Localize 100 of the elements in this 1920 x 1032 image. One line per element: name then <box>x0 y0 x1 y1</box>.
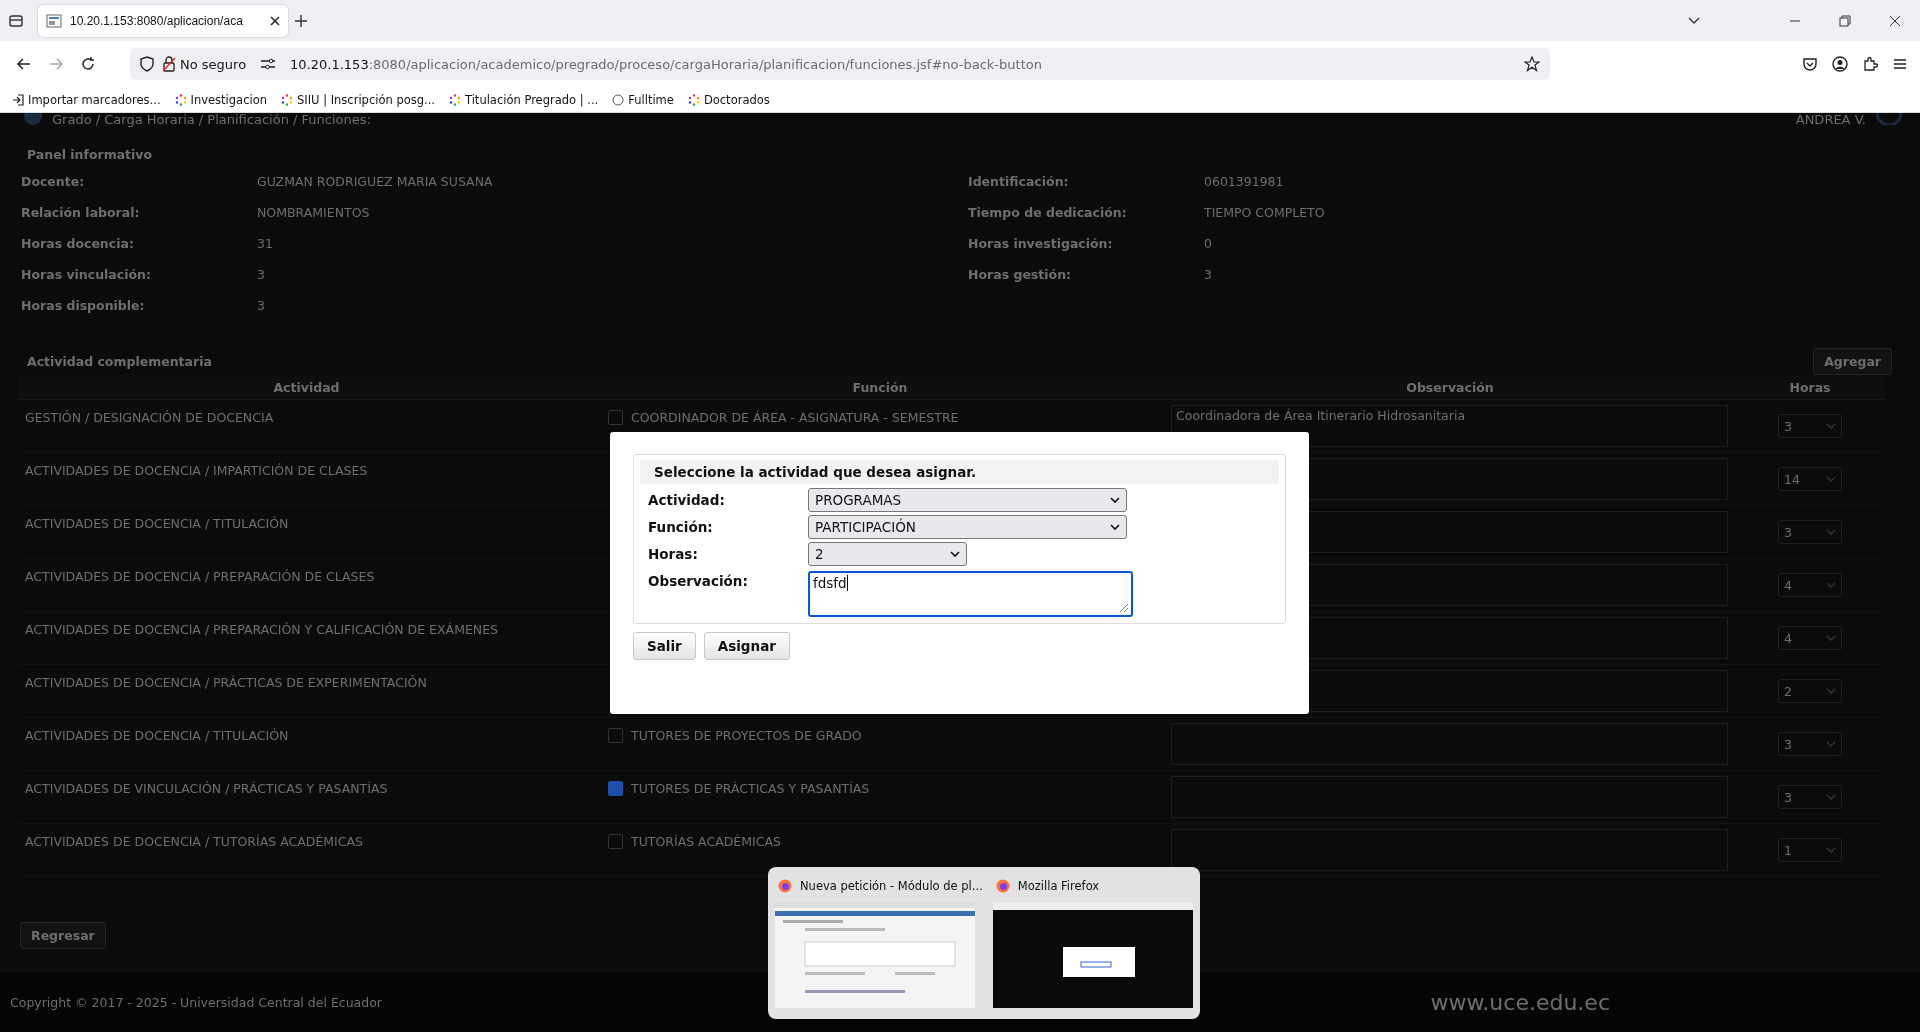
info-label: Identificación: <box>968 174 1070 189</box>
copyright-text: Copyright © 2017 - 2025 - Universidad Central del Ecuador <box>10 994 383 1010</box>
tab-list-icon[interactable] <box>8 12 24 29</box>
table-cell: TUTORÍAS ACADÉMICAS <box>631 834 781 849</box>
dialog-button[interactable]: Asignar <box>703 632 790 660</box>
import-icon <box>12 93 24 106</box>
observation-field[interactable]: fdsfd <box>808 571 1133 617</box>
field-label: Observación: <box>648 572 749 591</box>
info-value: 31 <box>257 236 274 251</box>
dropdown[interactable]: PROGRAMAS <box>808 488 1127 512</box>
field-label: Función: <box>648 518 714 537</box>
extensions-icon[interactable] <box>1862 56 1878 72</box>
bookmark-star-icon[interactable] <box>1524 56 1540 72</box>
browser-tab[interactable]: 10.20.1.153:8080/aplicacion/aca <box>38 4 288 37</box>
hours-dropdown[interactable]: 4 <box>1778 626 1842 650</box>
breadcrumb: Grado / Carga Horaria / Planificación / Funciones: <box>52 113 371 127</box>
loading-icon <box>281 93 293 106</box>
hours-dropdown[interactable]: 3 <box>1778 520 1842 544</box>
back-icon[interactable] <box>16 56 32 72</box>
permissions-icon[interactable] <box>260 57 277 71</box>
close-icon[interactable] <box>1889 14 1901 27</box>
info-value: 3 <box>1204 267 1213 282</box>
close-icon[interactable] <box>270 15 280 26</box>
bookmark-link[interactable]: Investigacion <box>190 92 267 107</box>
table-cell: COORDINADOR DE ÁREA - ASIGNATURA - SEMESTRE <box>631 410 959 425</box>
bookmark-link[interactable]: Titulación Pregrado | ... <box>465 92 599 107</box>
info-value: 3 <box>257 267 266 282</box>
chevron-down-icon <box>1826 634 1836 642</box>
hours-dropdown[interactable]: 3 <box>1778 732 1842 756</box>
chevron-down-icon <box>1826 581 1836 589</box>
checkbox[interactable] <box>608 728 623 743</box>
add-button[interactable]: Agregar <box>1813 347 1892 375</box>
table-cell: ACTIVIDADES DE DOCENCIA / TITULACIÓN <box>25 728 289 743</box>
table-cell: ACTIVIDADES DE DOCENCIA / PRÁCTICAS DE EXPERIMENTACIÓN <box>25 675 427 690</box>
field-label: Actividad: <box>648 491 726 510</box>
dialog-title: Seleccione la actividad que desea asignar. <box>640 460 1279 484</box>
chevron-down-icon <box>1826 740 1836 748</box>
info-label: Horas investigación: <box>968 236 1114 251</box>
browser-logo-icon <box>778 879 792 893</box>
checkbox[interactable] <box>608 834 623 849</box>
table-cell: TUTORES DE PROYECTOS DE GRADO <box>631 728 862 743</box>
chevron-down-icon <box>950 550 960 558</box>
bookmark-link[interactable]: Fulltime <box>628 92 674 107</box>
info-label: Horas vinculación: <box>21 267 152 282</box>
table-cell: ACTIVIDADES DE DOCENCIA / TUTORÍAS ACADÉMICAS <box>25 834 363 849</box>
observation-field[interactable] <box>1171 829 1728 871</box>
info-label: Horas disponible: <box>21 298 146 313</box>
loading-icon <box>687 93 700 106</box>
dialog-button[interactable]: Salir <box>633 632 696 660</box>
checkbox[interactable] <box>608 781 623 796</box>
reload-icon[interactable] <box>80 56 96 72</box>
window-preview[interactable]: Nueva petición - Módulo de pl... <box>772 871 986 1015</box>
chevron-down-icon <box>1826 687 1836 695</box>
bookmark-link[interactable]: Importar marcadores... <box>28 92 161 107</box>
table-cell: GESTIÓN / DESIGNACIÓN DE DOCENCIA <box>25 410 274 425</box>
info-value: 3 <box>257 298 266 313</box>
window-preview[interactable]: Mozilla Firefox <box>989 871 1196 1015</box>
info-value: GUZMAN RODRIGUEZ MARIA SUSANA <box>257 174 494 189</box>
globe-icon <box>612 93 625 106</box>
browser-logo-icon <box>995 879 1010 893</box>
chevron-down-icon <box>1826 846 1836 854</box>
page-icon <box>46 12 62 29</box>
insecure-lock-icon <box>162 56 176 72</box>
pocket-icon[interactable] <box>1802 56 1818 72</box>
hours-dropdown[interactable]: 4 <box>1778 573 1842 597</box>
menu-icon[interactable] <box>1892 56 1908 72</box>
dropdown[interactable]: PARTICIPACIÓN <box>808 515 1127 539</box>
info-value: TIEMPO COMPLETO <box>1204 205 1326 220</box>
table-cell: ACTIVIDADES DE DOCENCIA / TITULACIÓN <box>25 516 289 531</box>
restore-icon[interactable] <box>1839 14 1851 27</box>
chevron-down-icon <box>1826 475 1836 483</box>
checkbox[interactable] <box>608 410 623 425</box>
table-cell: ACTIVIDADES DE VINCULACIÓN / PRÁCTICAS Y PASANTÍAS <box>25 781 388 796</box>
loading-icon <box>449 93 461 106</box>
website-link[interactable]: www.uce.edu.ec <box>1430 989 1610 1015</box>
hours-dropdown[interactable]: 14 <box>1778 467 1842 491</box>
table-cell: TUTORES DE PRÁCTICAS Y PASANTÍAS <box>631 781 870 796</box>
hours-dropdown[interactable]: 3 <box>1778 785 1842 809</box>
table-cell: ACTIVIDADES DE DOCENCIA / PREPARACIÓN Y CALIFICACIÓN DE EXÁMENES <box>25 622 498 637</box>
shield-icon[interactable] <box>140 56 154 72</box>
dropdown[interactable]: 2 <box>808 542 967 566</box>
account-icon[interactable] <box>1832 56 1848 72</box>
info-label: Horas docencia: <box>21 236 135 251</box>
hours-dropdown[interactable]: 2 <box>1778 679 1842 703</box>
info-label: Horas gestión: <box>968 267 1073 282</box>
resize-grip-icon <box>1119 603 1129 613</box>
hours-dropdown[interactable]: 1 <box>1778 838 1842 862</box>
url-text[interactable]: 10.20.1.153:8080/aplicacion/academico/pregrado/proceso/cargaHoraria/planificacion/funciones.jsf#no-back-button <box>290 56 1516 72</box>
bookmark-link[interactable]: SIIU | Inscripción posg... <box>297 92 435 107</box>
info-value: 0601391981 <box>1204 174 1285 189</box>
panel-title: Panel informativo <box>27 147 154 163</box>
security-label[interactable]: No seguro <box>180 56 247 72</box>
bookmark-link[interactable]: Doctorados <box>703 92 770 107</box>
info-value: NOMBRAMIENTOS <box>257 205 371 220</box>
info-label: Tiempo de dedicación: <box>968 205 1128 220</box>
hours-dropdown[interactable]: 3 <box>1778 414 1842 438</box>
back-button[interactable]: Regresar <box>20 922 106 949</box>
plus-icon[interactable] <box>294 13 308 28</box>
section-title: Actividad complementaria <box>27 353 213 369</box>
info-label: Docente: <box>21 174 86 189</box>
